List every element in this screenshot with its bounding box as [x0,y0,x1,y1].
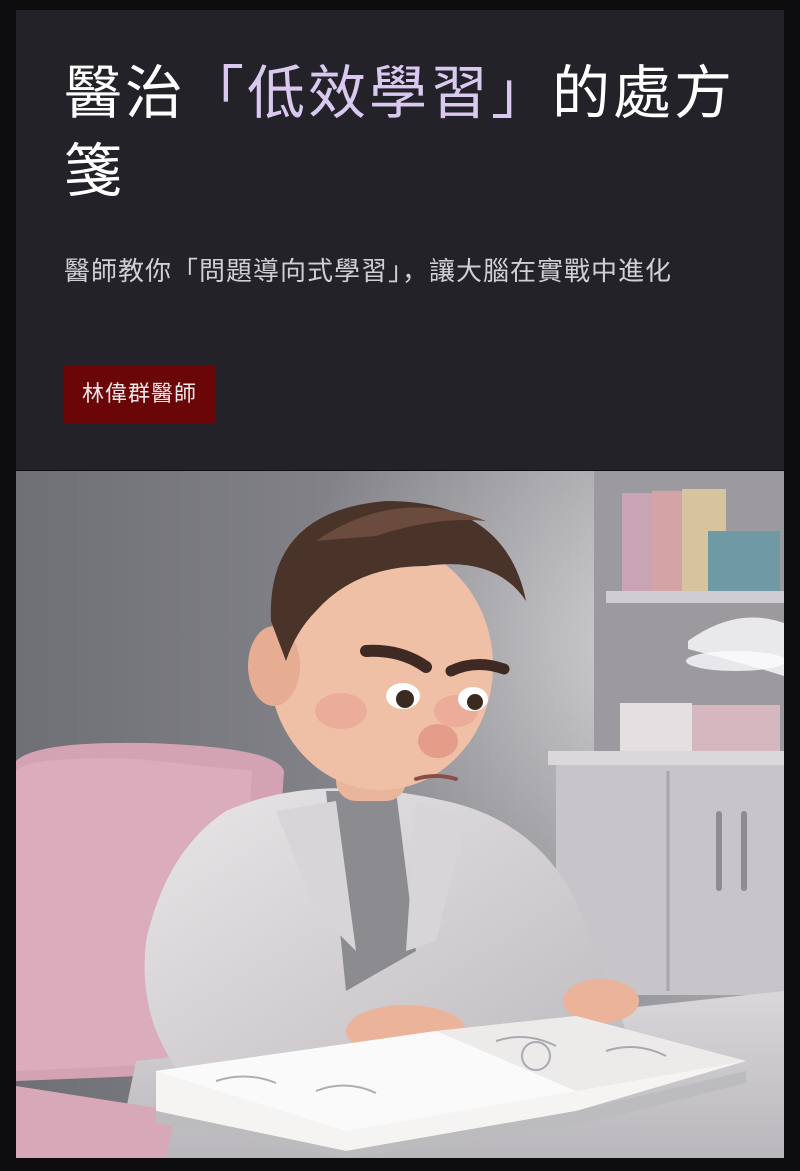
author-badge[interactable]: 林偉群醫師 [63,366,217,424]
hero-image [16,471,784,1158]
article-title: 醫治「低效學習」的處方箋 [64,54,744,210]
title-prefix: 醫治 [64,59,187,127]
article-header: 醫治「低效學習」的處方箋 醫師教你「問題導向式學習」，讓大腦在實戰中進化 林偉群… [16,10,784,470]
title-highlight: 「低效學習」 [186,59,553,127]
article-subtitle: 醫師教你「問題導向式學習」，讓大腦在實戰中進化 [64,257,673,287]
doctor-reading-illustration [16,471,784,1158]
